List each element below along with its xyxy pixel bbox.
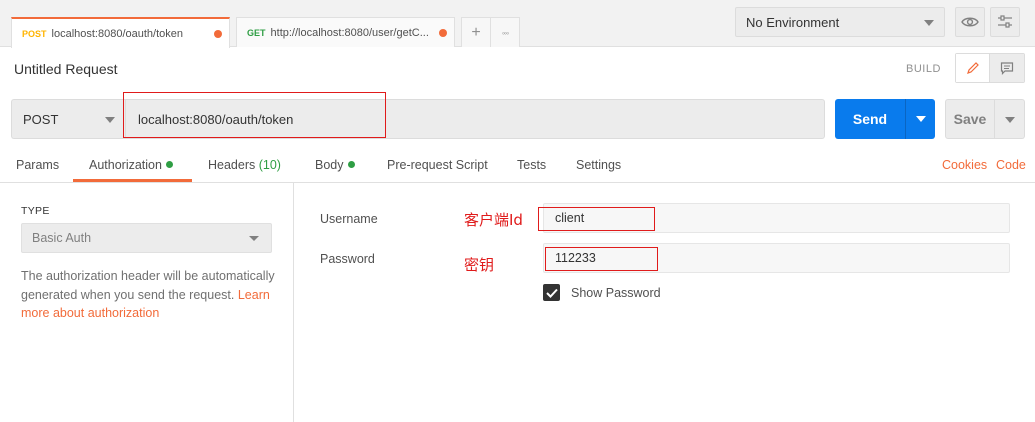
tab-params[interactable]: Params <box>16 158 59 172</box>
username-label: Username <box>320 212 378 226</box>
send-options-button[interactable] <box>905 99 935 139</box>
comment-icon <box>1000 62 1014 75</box>
edit-mode-button[interactable] <box>956 54 991 82</box>
password-input[interactable]: 112233 <box>543 243 1010 273</box>
sliders-icon <box>998 15 1012 28</box>
new-tab-button[interactable]: + <box>461 17 491 47</box>
tab-label: Authorization <box>89 158 162 172</box>
tab-settings[interactable]: Settings <box>576 158 621 172</box>
tab-url: localhost:8080/oauth/token <box>51 27 184 40</box>
chevron-down-icon <box>1005 117 1015 123</box>
code-link[interactable]: Code <box>996 158 1026 172</box>
eye-icon <box>961 17 979 27</box>
auth-type-panel: TYPE Basic Auth The authorization header… <box>0 183 294 422</box>
auth-type-select[interactable]: Basic Auth <box>21 223 272 253</box>
username-input[interactable]: client <box>543 203 1010 233</box>
tab-headers[interactable]: Headers (10) <box>208 158 281 172</box>
show-password-label[interactable]: Show Password <box>571 286 661 300</box>
tab-bar: POST localhost:8080/oauth/token GET http… <box>0 0 1035 48</box>
chevron-down-icon <box>916 116 926 122</box>
username-value: client <box>555 211 585 225</box>
request-tab-active[interactable]: POST localhost:8080/oauth/token <box>11 17 230 48</box>
environment-value: No Environment <box>746 14 840 30</box>
headers-count: (10) <box>258 158 281 172</box>
status-dot-icon <box>347 161 355 168</box>
tab-method: GET <box>247 27 266 38</box>
request-title-row: Untitled Request BUILD <box>0 48 1035 90</box>
method-value: POST <box>23 111 59 127</box>
check-icon <box>545 288 558 298</box>
password-label: Password <box>320 252 375 266</box>
password-value: 112233 <box>555 251 596 265</box>
more-tabs-button[interactable]: ◦◦◦ <box>490 17 520 47</box>
auth-description-text: The authorization header will be automat… <box>21 269 275 302</box>
type-label: TYPE <box>21 205 50 217</box>
status-dot-icon <box>165 161 173 168</box>
unsaved-dot-icon <box>214 30 222 38</box>
mode-toggle <box>955 53 1025 83</box>
cookies-link[interactable]: Cookies <box>942 158 987 172</box>
save-button[interactable]: Save <box>945 99 995 139</box>
url-value: localhost:8080/oauth/token <box>138 111 294 127</box>
request-subtabs: Params Authorization Headers (10) Body P… <box>0 148 1035 183</box>
tab-authorization[interactable]: Authorization <box>89 158 173 172</box>
method-select[interactable]: POST <box>11 99 125 139</box>
chevron-down-icon <box>924 20 934 26</box>
tab-tests[interactable]: Tests <box>517 158 546 172</box>
tab-method: POST <box>22 28 47 39</box>
save-options-button[interactable] <box>995 99 1025 139</box>
environment-select[interactable]: No Environment <box>735 7 945 37</box>
more-icon: ◦◦◦ <box>501 27 510 38</box>
auth-type-value: Basic Auth <box>32 231 92 245</box>
pencil-icon <box>966 62 979 74</box>
chevron-down-icon <box>105 117 115 123</box>
password-annotation: 密钥 <box>464 256 495 274</box>
show-password-checkbox[interactable] <box>543 284 560 301</box>
tab-label: Body <box>315 158 344 172</box>
build-label: BUILD <box>906 63 941 75</box>
tab-url: http://localhost:8080/user/getC... <box>270 26 429 39</box>
request-tab[interactable]: GET http://localhost:8080/user/getC... <box>236 17 455 47</box>
active-tab-indicator <box>73 179 192 182</box>
plus-icon: + <box>471 23 481 41</box>
url-input[interactable]: localhost:8080/oauth/token <box>125 99 825 139</box>
tab-label: Headers <box>208 158 256 172</box>
auth-description: The authorization header will be automat… <box>21 267 276 323</box>
send-button[interactable]: Send <box>835 99 905 139</box>
unsaved-dot-icon <box>439 29 447 37</box>
tab-body[interactable]: Body <box>315 158 355 172</box>
manage-environments-button[interactable] <box>990 7 1020 37</box>
chevron-down-icon <box>249 236 259 241</box>
request-title[interactable]: Untitled Request <box>14 61 118 77</box>
tab-prerequest-script[interactable]: Pre-request Script <box>387 158 488 172</box>
environment-quick-look-button[interactable] <box>955 7 985 37</box>
username-annotation: 客户端Id <box>464 211 523 229</box>
comments-button[interactable] <box>990 54 1024 82</box>
